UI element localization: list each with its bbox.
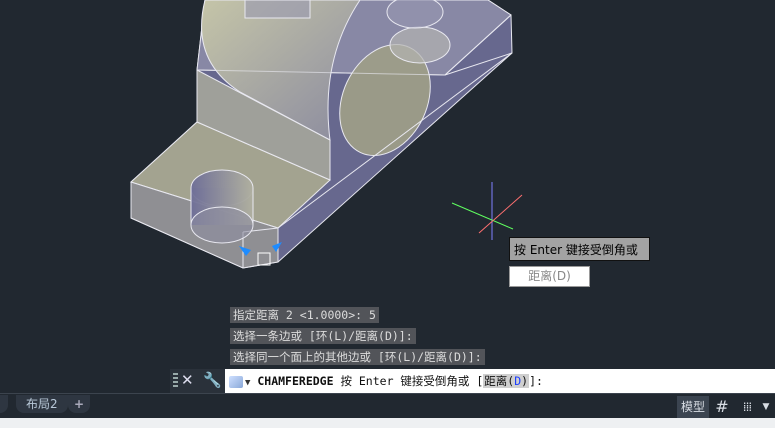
solid-body [130,0,513,269]
command-line-tools: ✕ 🔧 [170,369,225,393]
snap-icon[interactable]: ⁞⁞⁞ [737,397,757,417]
customize-wrench-icon[interactable]: 🔧 [203,371,222,389]
command-prompt-end: ]: [529,374,543,388]
grid-icon[interactable]: # [711,397,733,417]
tab-layout2[interactable]: 布局2 [16,395,68,413]
status-bar: 布局2 + 模型 # ⁞⁞⁞ ▼ [0,393,775,419]
recent-commands-icon[interactable] [229,375,243,388]
window-bottom-edge [0,418,775,428]
command-line: ✕ 🔧 ▼ CHAMFEREDGE 按 Enter 键接受倒角或 [距离(D)]… [170,369,775,393]
snap-menu-chevron-icon[interactable]: ▼ [759,397,773,417]
drawing-viewport[interactable]: 按 Enter 键接受倒角或 距离(D) 指定距离 2 <1.0000>: 5 … [0,0,775,393]
tooltip-option-distance[interactable]: 距离(D) [509,266,590,287]
add-layout-button[interactable]: + [68,395,91,413]
tab-previous[interactable] [0,395,8,413]
command-history-line: 选择同一个面上的其他边或 [环(L)/距离(D)]: [230,349,485,365]
command-history-line: 选择一条边或 [环(L)/距离(D)]: [230,328,416,344]
dynamic-input-tooltip: 按 Enter 键接受倒角或 [509,237,650,261]
command-prompt: 按 Enter 键接受倒角或 [ [333,374,484,388]
close-icon[interactable]: ✕ [181,371,194,389]
command-name: CHAMFEREDGE [257,374,334,388]
drag-handle-icon[interactable] [173,373,178,389]
command-input[interactable]: ▼ CHAMFEREDGE 按 Enter 键接受倒角或 [距离(D)]: [225,369,775,393]
model-space-button[interactable]: 模型 [677,396,709,419]
option-label: 距离( [484,374,515,388]
crosshair-cursor [451,182,523,240]
option-distance[interactable]: 距离(D) [483,374,530,388]
command-history-line: 指定距离 2 <1.0000>: 5 [230,307,379,323]
chevron-down-icon[interactable]: ▼ [245,378,250,388]
option-close: ) [521,374,529,388]
